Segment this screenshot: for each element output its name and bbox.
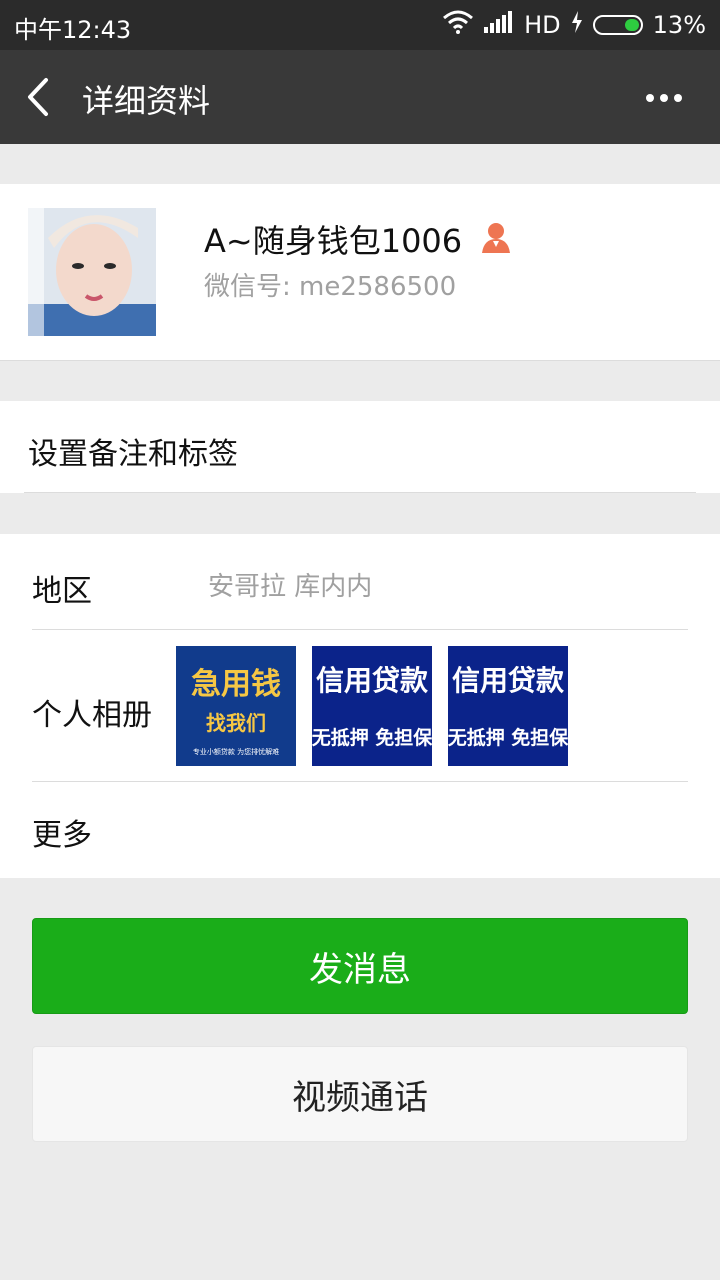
avatar[interactable]: [28, 208, 156, 336]
send-message-button[interactable]: 发消息: [32, 918, 688, 1014]
wechat-id: 微信号: me2586500: [204, 272, 457, 302]
profile-card: A~随身钱包1006 微信号: me2586500: [0, 184, 720, 361]
region-value: 安哥拉 库内内: [208, 572, 373, 602]
signal-icon: [484, 11, 514, 39]
info-section: 地区 安哥拉 库内内 个人相册 急用钱 找我们 专业小额贷款 为您排忧解难 信用…: [0, 534, 720, 878]
divider: [24, 492, 696, 493]
contact-name: A~随身钱包1006: [204, 222, 463, 260]
battery-icon: [592, 15, 643, 35]
more-dots-icon: [646, 94, 682, 102]
region-label: 地区: [32, 574, 92, 609]
thumb-line2: 无抵押 免担保: [448, 726, 568, 749]
album-label: 个人相册: [32, 698, 152, 733]
divider: [32, 629, 688, 630]
battery-level: [624, 19, 639, 31]
more-label: 更多: [32, 818, 92, 853]
nav-bar: 详细资料: [0, 50, 720, 144]
wifi-icon: [442, 10, 474, 40]
remark-tags-label: 设置备注和标签: [28, 437, 238, 472]
thumb-line2: 无抵押 免担保: [312, 726, 432, 749]
album-thumbnails[interactable]: 急用钱 找我们 专业小额贷款 为您排忧解难 信用贷款 无抵押 免担保 信用贷款 …: [176, 646, 568, 766]
female-gender-icon: [480, 221, 512, 257]
album-thumb[interactable]: 信用贷款 无抵押 免担保: [312, 646, 432, 766]
back-button[interactable]: [20, 74, 60, 120]
page-title: 详细资料: [82, 82, 211, 120]
status-right: HD 13%: [442, 10, 706, 40]
album-thumb[interactable]: 信用贷款 无抵押 免担保: [448, 646, 568, 766]
thumb-line2: 找我们: [206, 711, 266, 735]
divider: [32, 781, 688, 782]
charging-icon: [571, 11, 583, 39]
back-arrow-icon: [28, 78, 48, 116]
remark-tags-row[interactable]: 设置备注和标签: [0, 401, 720, 493]
status-bar: 中午12:43 HD 13%: [0, 0, 720, 50]
more-options-button[interactable]: [642, 78, 686, 118]
thumb-line1: 信用贷款: [452, 664, 565, 697]
album-thumb[interactable]: 急用钱 找我们 专业小额贷款 为您排忧解难: [176, 646, 296, 766]
battery-percent: 13%: [652, 11, 706, 39]
thumb-line1: 信用贷款: [316, 664, 429, 697]
video-call-button[interactable]: 视频通话: [32, 1046, 688, 1142]
name-row: A~随身钱包1006: [204, 216, 512, 262]
status-time: 中午12:43: [14, 16, 132, 44]
thumb-line3: 专业小额贷款 为您排忧解难: [193, 747, 279, 756]
network-type: HD: [524, 11, 561, 39]
thumb-line1: 急用钱: [191, 667, 281, 702]
